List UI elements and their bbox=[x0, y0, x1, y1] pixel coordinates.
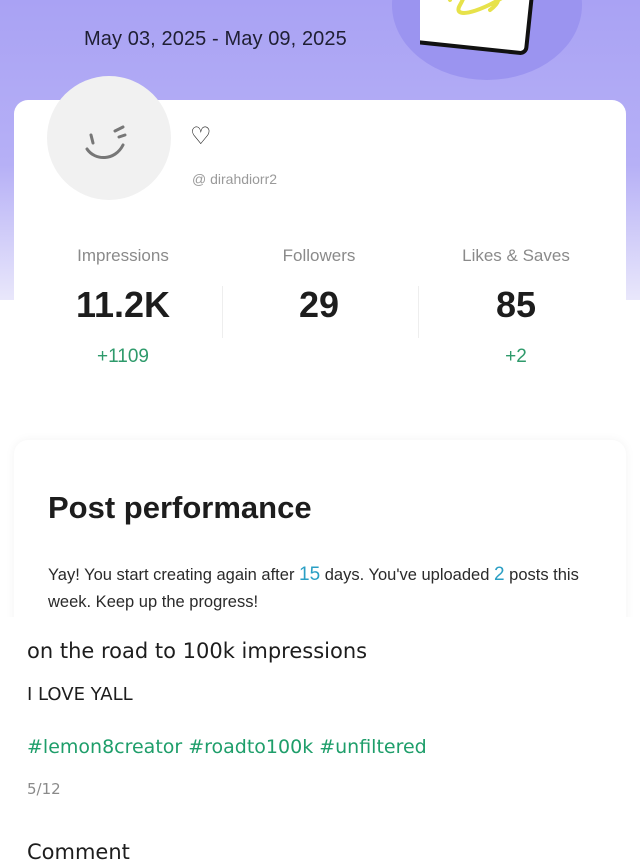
post-caption-title: on the road to 100k impressions bbox=[27, 639, 368, 663]
text-segment: days. You've uploaded bbox=[320, 566, 494, 584]
hashtag-link[interactable]: #lemon8creator bbox=[27, 736, 182, 758]
image-page-indicator: 5/12 bbox=[27, 780, 61, 798]
text-segment: Yay! You start creating again after bbox=[48, 566, 300, 584]
stat-delta: +1109 bbox=[97, 346, 149, 367]
stat-label: Followers bbox=[282, 246, 356, 265]
heart-outline-icon[interactable]: ♡ bbox=[190, 122, 212, 151]
stat-likes-saves: Likes & Saves 85 +2 bbox=[416, 246, 616, 368]
comment-section-label[interactable]: Comment bbox=[27, 840, 130, 864]
stat-label: Likes & Saves bbox=[462, 246, 570, 265]
stat-followers: Followers 29 bbox=[219, 246, 419, 368]
profile-handle: @ dirahdiorr2 bbox=[192, 171, 278, 187]
stat-value: 29 bbox=[298, 284, 340, 325]
signature-frame-icon bbox=[420, 0, 536, 55]
stat-label: Impressions bbox=[77, 246, 169, 265]
stat-value: 11.2K bbox=[75, 284, 171, 325]
stat-value: 85 bbox=[495, 284, 537, 325]
posts-count: 2 bbox=[493, 564, 505, 585]
avatar[interactable] bbox=[47, 76, 171, 200]
stat-delta bbox=[219, 346, 419, 368]
post-caption-body: I LOVE YALL bbox=[27, 684, 133, 705]
stat-delta: +2 bbox=[505, 346, 527, 367]
days-count: 15 bbox=[299, 564, 321, 585]
report-date-range: May 03, 2025 - May 09, 2025 bbox=[84, 28, 347, 50]
hashtag-link[interactable]: #roadto100k bbox=[188, 736, 313, 758]
post-performance-text: Yay! You start creating again after 15 d… bbox=[48, 561, 608, 616]
winking-face-icon bbox=[85, 125, 127, 159]
stat-impressions: Impressions 11.2K +1109 bbox=[23, 246, 223, 368]
hashtag-link[interactable]: #unfiltered bbox=[319, 736, 427, 758]
post-performance-title: Post performance bbox=[48, 490, 312, 525]
hashtag-list: #lemon8creator #roadto100k #unfiltered bbox=[27, 736, 433, 758]
